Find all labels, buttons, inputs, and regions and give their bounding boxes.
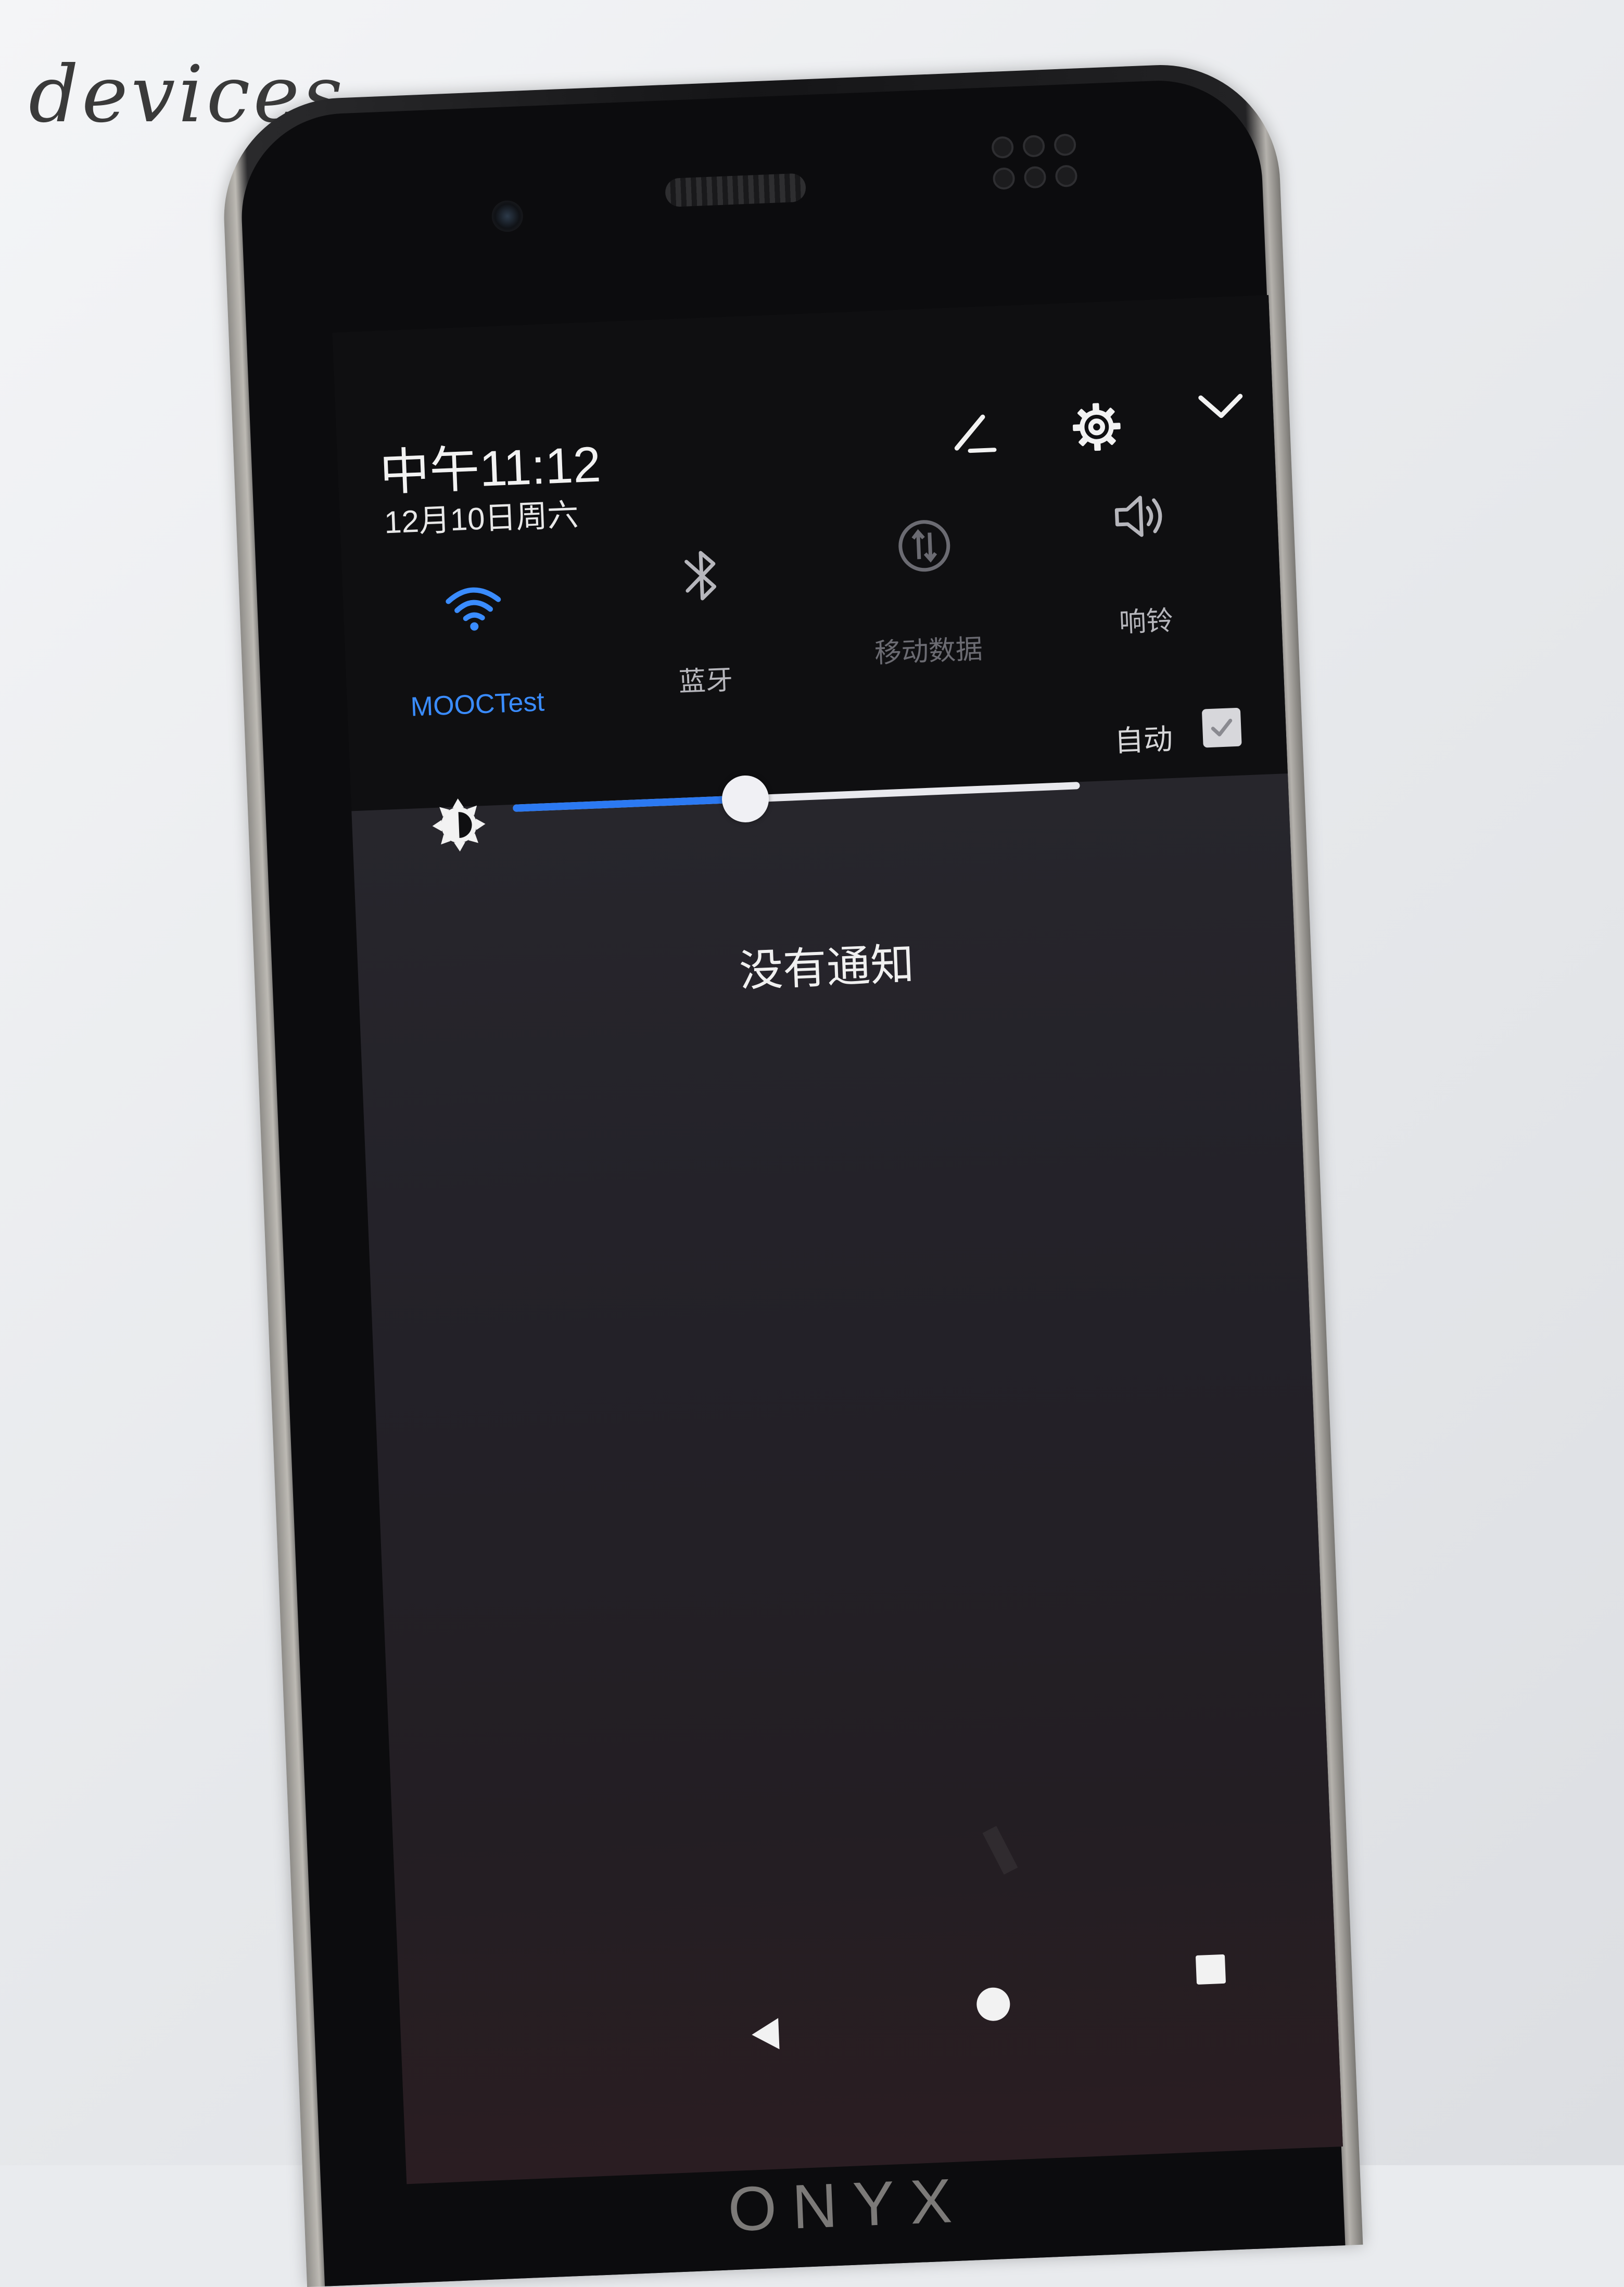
status-date: 12月10日周六: [383, 497, 579, 540]
earpiece-grill: [665, 173, 807, 208]
phone-front-panel: 中午11:12 12月10日周六 MOOCTest 蓝牙 移动数据 响铃 自动 …: [237, 77, 1346, 2286]
brand-logo: ONYX: [727, 2165, 969, 2245]
chevron-down-icon[interactable]: [1188, 374, 1253, 439]
wifi-icon: [438, 570, 509, 641]
tile-wifi[interactable]: MOOCTest: [384, 568, 566, 723]
tile-label: 蓝牙: [678, 665, 734, 697]
gear-icon[interactable]: [1064, 395, 1130, 460]
back-icon[interactable]: [733, 2002, 798, 2067]
bluetooth-icon: [666, 540, 737, 611]
auto-brightness-label: 自动: [1113, 722, 1174, 759]
tile-sound[interactable]: 响铃: [1052, 479, 1235, 642]
tile-bluetooth[interactable]: 蓝牙: [612, 538, 795, 701]
tile-label: 移动数据: [873, 634, 984, 669]
phone-screen: 中午11:12 12月10日周六 MOOCTest 蓝牙 移动数据 响铃 自动 …: [332, 295, 1343, 2184]
check-icon: [1211, 718, 1233, 736]
edit-icon[interactable]: [940, 400, 1005, 465]
front-camera: [491, 200, 524, 233]
sensor-array: [991, 133, 1087, 199]
recents-icon[interactable]: [1178, 1937, 1244, 2002]
mobile-data-icon: [889, 511, 959, 581]
speaker-icon: [1107, 481, 1177, 551]
home-icon[interactable]: [961, 1972, 1026, 2037]
tile-mobile-data[interactable]: 移动数据: [834, 509, 1018, 671]
tile-label: 响铃: [1118, 605, 1174, 638]
auto-brightness-checkbox[interactable]: [1201, 707, 1242, 748]
brightness-icon: [429, 795, 488, 855]
phone-device: 中午11:12 12月10日周六 MOOCTest 蓝牙 移动数据 响铃 自动 …: [219, 60, 1363, 2287]
